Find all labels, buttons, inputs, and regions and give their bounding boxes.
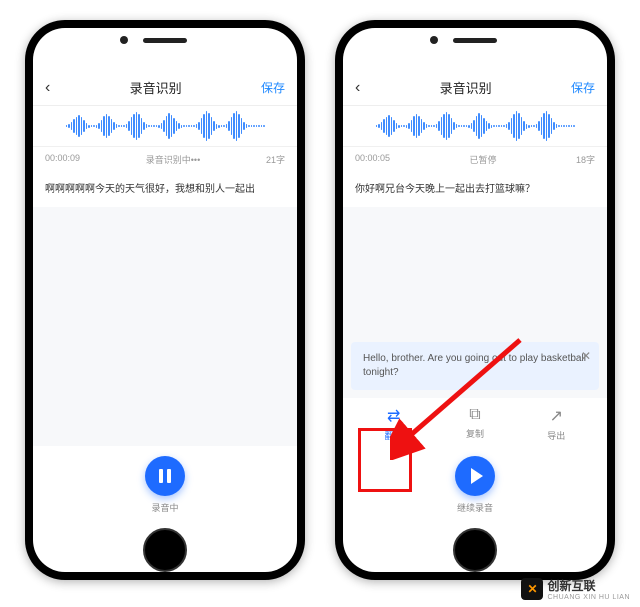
waveform bbox=[33, 106, 297, 147]
home-button[interactable] bbox=[143, 528, 187, 572]
page-title: 录音识别 bbox=[440, 78, 492, 97]
save-button[interactable]: 保存 bbox=[261, 79, 285, 96]
translate-icon: ⇄ bbox=[387, 406, 400, 426]
export-icon: ↗ bbox=[550, 406, 563, 426]
phone-camera bbox=[120, 36, 128, 44]
watermark-logo-icon: ✕ bbox=[521, 578, 543, 600]
back-button[interactable]: ‹ bbox=[355, 79, 360, 97]
play-button[interactable] bbox=[455, 456, 495, 496]
recording-label: 继续录音 bbox=[343, 501, 607, 514]
status-text: 已暂停 bbox=[470, 153, 497, 166]
bottom-bar: 录音中 bbox=[33, 446, 297, 522]
copy-action[interactable]: ⧉ 复制 bbox=[450, 406, 500, 442]
watermark: ✕ 创新互联 CHUANG XIN HU LIAN bbox=[521, 577, 630, 601]
action-row: ⇄ 翻译 ⧉ 复制 ↗ 导出 bbox=[343, 398, 607, 446]
play-icon bbox=[471, 468, 483, 484]
home-button[interactable] bbox=[453, 528, 497, 572]
back-button[interactable]: ‹ bbox=[45, 79, 50, 97]
info-row: 00:00:05 已暂停 18字 bbox=[343, 147, 607, 172]
page-title: 录音识别 bbox=[130, 78, 182, 97]
transcript-text: 你好啊兄台今天晚上一起出去打篮球嘛？ bbox=[343, 172, 607, 207]
waveform bbox=[343, 106, 607, 147]
translate-action[interactable]: ⇄ 翻译 bbox=[369, 406, 419, 442]
recording-label: 录音中 bbox=[33, 501, 297, 514]
save-button[interactable]: 保存 bbox=[571, 79, 595, 96]
watermark-sub: CHUANG XIN HU LIAN bbox=[547, 594, 630, 601]
transcript-text: 啊啊啊啊啊今天的天气很好，我想和别人一起出 bbox=[33, 172, 297, 207]
navbar: ‹ 录音识别 保存 bbox=[343, 70, 607, 106]
translation-card: Hello, brother. Are you going out to pla… bbox=[351, 342, 599, 390]
info-row: 00:00:09 录音识别中••• 21字 bbox=[33, 147, 297, 172]
phone-speaker bbox=[453, 38, 497, 43]
close-icon[interactable]: ✕ bbox=[581, 348, 591, 365]
export-label: 导出 bbox=[547, 429, 565, 442]
phone-right: ‹ 录音识别 保存 00:00:05 已暂停 18字 你好啊兄台今天晚上一起出去… bbox=[335, 20, 615, 580]
phone-speaker bbox=[143, 38, 187, 43]
char-count: 21字 bbox=[266, 153, 285, 166]
watermark-brand: 创新互联 bbox=[547, 577, 630, 594]
elapsed-time: 00:00:05 bbox=[355, 153, 390, 166]
status-text: 录音识别中••• bbox=[146, 153, 200, 166]
char-count: 18字 bbox=[576, 153, 595, 166]
pause-icon bbox=[159, 469, 171, 483]
pause-button[interactable] bbox=[145, 456, 185, 496]
phone-left: ‹ 录音识别 保存 00:00:09 录音识别中••• 21字 啊啊啊啊啊今天的… bbox=[25, 20, 305, 580]
copy-label: 复制 bbox=[466, 427, 484, 440]
translate-label: 翻译 bbox=[385, 429, 403, 442]
navbar: ‹ 录音识别 保存 bbox=[33, 70, 297, 106]
phone-camera bbox=[430, 36, 438, 44]
export-action[interactable]: ↗ 导出 bbox=[531, 406, 581, 442]
copy-icon: ⧉ bbox=[469, 406, 480, 424]
translation-text: Hello, brother. Are you going out to pla… bbox=[363, 353, 586, 378]
elapsed-time: 00:00:09 bbox=[45, 153, 80, 166]
bottom-bar: 继续录音 bbox=[343, 446, 607, 522]
